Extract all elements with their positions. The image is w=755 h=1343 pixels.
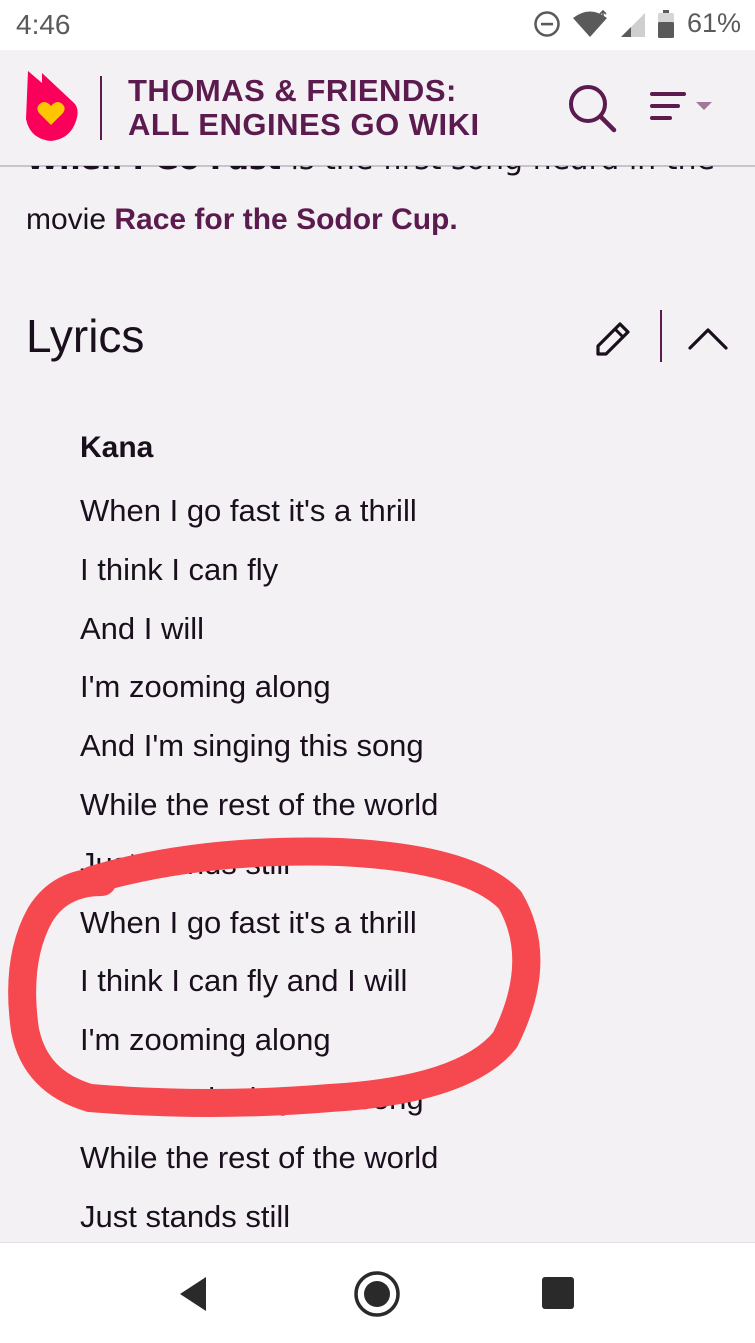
status-time: 4:46 bbox=[16, 9, 71, 40]
battery-icon bbox=[657, 9, 674, 38]
intro-paragraph: movie Race for the Sodor Cup. bbox=[26, 200, 458, 240]
intro-cut-rest: is the first song heard in the bbox=[281, 166, 715, 177]
status-icons: 61% bbox=[533, 8, 741, 39]
lyrics-section-header: Lyrics bbox=[26, 306, 736, 370]
search-icon[interactable] bbox=[566, 82, 618, 134]
lyric-line: And I'm singing this song bbox=[80, 1080, 424, 1116]
lyrics-block: Kana When I go fast it's a thrill I thin… bbox=[80, 424, 720, 1242]
fandom-heart-logo[interactable] bbox=[22, 67, 80, 143]
race-for-the-sodor-cup-link[interactable]: Race for the Sodor Cup bbox=[114, 203, 449, 236]
lyric-line: I think I can fly bbox=[80, 551, 279, 587]
intro-cut-line: When I Go Fast is the first song heard i… bbox=[26, 166, 715, 180]
status-bar: 4:46 61% bbox=[0, 0, 755, 50]
lyric-line: When I go fast it's a thrill bbox=[80, 904, 417, 940]
lyric-line: While the rest of the world bbox=[80, 786, 439, 822]
intro-prefix: movie bbox=[26, 203, 115, 236]
section-divider bbox=[660, 310, 662, 362]
cell-signal-icon bbox=[620, 12, 645, 37]
battery-percent: 61% bbox=[686, 8, 741, 38]
lyric-line: And I will bbox=[80, 610, 205, 646]
header-divider bbox=[100, 76, 102, 140]
lyric-line: While the rest of the world bbox=[80, 1139, 439, 1175]
intro-suffix: . bbox=[449, 203, 458, 236]
home-icon[interactable] bbox=[352, 1269, 402, 1319]
edit-pencil-icon[interactable] bbox=[592, 316, 636, 360]
lyric-line: I'm zooming along bbox=[80, 669, 331, 705]
intro-cut-bold: When I Go Fast bbox=[26, 166, 281, 177]
lyric-line: I'm zooming along bbox=[80, 1022, 331, 1058]
wifi-icon bbox=[572, 9, 607, 37]
wiki-header: THOMAS & FRIENDS: ALL ENGINES GO WIKI bbox=[0, 50, 755, 167]
lyric-line: Just stands still bbox=[80, 845, 291, 881]
recents-icon[interactable] bbox=[540, 1275, 576, 1311]
wiki-title-line2: ALL ENGINES GO WIKI bbox=[128, 107, 480, 142]
lyric-line: When I go fast it's a thrill bbox=[80, 493, 417, 528]
section-title: Lyrics bbox=[26, 310, 145, 362]
wiki-title-line1: THOMAS & FRIENDS: bbox=[128, 73, 457, 108]
back-icon[interactable] bbox=[174, 1273, 216, 1315]
singer-name: Kana bbox=[80, 431, 154, 464]
lyric-line: And I'm singing this song bbox=[80, 728, 424, 764]
wiki-title[interactable]: THOMAS & FRIENDS: ALL ENGINES GO WIKI bbox=[128, 74, 548, 142]
system-nav-bar bbox=[0, 1242, 755, 1343]
menu-icon[interactable] bbox=[648, 88, 718, 128]
do-not-disturb-icon bbox=[534, 10, 560, 37]
lyric-line: Just stands still bbox=[80, 1198, 291, 1234]
article-content: When I Go Fast is the first song heard i… bbox=[0, 166, 755, 1242]
chevron-up-icon[interactable] bbox=[686, 316, 730, 360]
lyric-line: I think I can fly and I will bbox=[80, 963, 408, 999]
